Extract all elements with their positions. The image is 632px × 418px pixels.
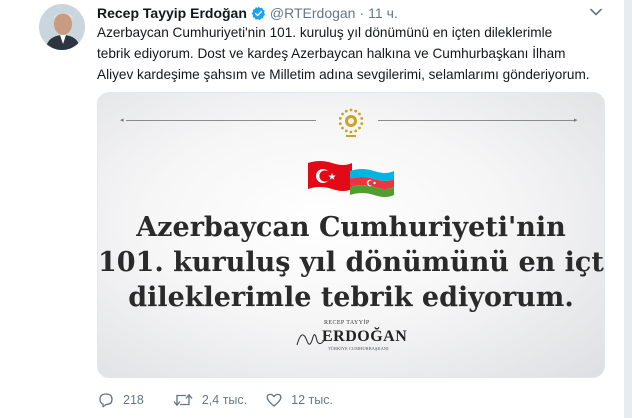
card-title-line: 101. kuruluş yıl dönümünü en içten xyxy=(98,247,605,278)
timeline-border xyxy=(624,0,632,418)
signature-first-names: RECEP TAYYİP xyxy=(324,320,370,326)
avatar[interactable] xyxy=(39,4,85,50)
like-count: 12 тыс. xyxy=(291,393,333,407)
tweet-image-card[interactable]: ◂ ▸ Azerbaycan Cumhuriyeti'nin 101. kuru… xyxy=(97,92,605,378)
tweet[interactable]: Recep Tayyip Erdoğan @RTErdogan · 11 ч. … xyxy=(0,0,632,418)
divider-line xyxy=(126,120,316,121)
chevron-down-icon[interactable] xyxy=(588,4,604,20)
divider-ornament-right: ▸ xyxy=(574,117,578,124)
verified-badge-icon xyxy=(251,6,266,21)
retweet-icon xyxy=(172,391,194,409)
retweet-button[interactable]: 2,4 тыс. xyxy=(172,391,247,409)
header-separator: · xyxy=(359,5,365,21)
author-handle[interactable]: @RTErdogan xyxy=(270,5,356,21)
turkey-flag-icon xyxy=(308,161,352,191)
tweet-actions: 218 2,4 тыс. 12 тыс. xyxy=(97,389,333,411)
tweet-text-line: Aliyev kardeşime şahsım ve Milletim adın… xyxy=(97,67,590,82)
divider-line xyxy=(378,120,574,121)
signature-title: TÜRKİYE CUMHURBAŞKANI xyxy=(328,346,389,351)
tweet-text: Azerbaycan Cumhuriyeti'nin 101. kuruluş … xyxy=(97,22,617,85)
card-title-line: Azerbaycan Cumhuriyeti'nin xyxy=(136,212,566,243)
presidential-emblem-icon xyxy=(331,103,371,148)
tweet-text-line: tebrik ediyorum. Dost ve kardeş Azerbayc… xyxy=(97,46,566,61)
heart-icon xyxy=(265,391,283,409)
retweet-count: 2,4 тыс. xyxy=(201,393,248,407)
reply-button[interactable]: 218 xyxy=(97,391,144,409)
card-title-line: dileklerimle tebrik ediyorum. xyxy=(128,282,574,313)
reply-icon xyxy=(97,391,115,409)
tweet-header: Recep Tayyip Erdoğan @RTErdogan · 11 ч. xyxy=(97,4,398,22)
author-name[interactable]: Recep Tayyip Erdoğan xyxy=(97,5,247,21)
divider-ornament-left: ◂ xyxy=(120,117,124,124)
flags-turkey-azerbaijan xyxy=(306,159,396,204)
azerbaijan-flag-icon xyxy=(350,169,394,197)
signature-surname: ERDOĞAN xyxy=(322,328,408,345)
reply-count: 218 xyxy=(123,393,144,407)
like-button[interactable]: 12 тыс. xyxy=(265,391,333,409)
tweet-timestamp[interactable]: 11 ч. xyxy=(368,5,398,21)
tweet-text-line: Azerbaycan Cumhuriyeti'nin 101. kuruluş … xyxy=(97,25,553,40)
